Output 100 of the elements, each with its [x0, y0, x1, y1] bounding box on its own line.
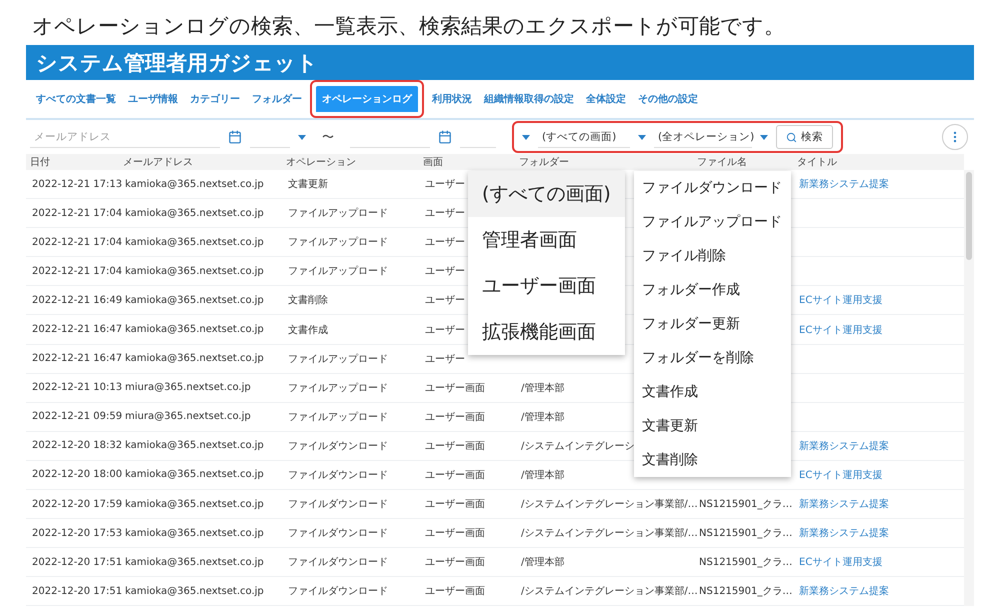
table-cell-text: NS1215901_クラ…	[699, 585, 792, 598]
caret-icon[interactable]	[638, 134, 646, 140]
column-header: タイトル	[797, 156, 837, 169]
screen-select[interactable]: (すべての画面)	[538, 126, 630, 148]
table-cell-text: ユーザー画面	[425, 498, 485, 512]
table-cell: 2022-12-20 17:59	[32, 498, 122, 510]
calendar-icon[interactable]	[228, 130, 242, 144]
table-cell-text: 文書作成	[288, 324, 328, 337]
table-cell-text: ユーザー	[425, 324, 465, 337]
menu-item[interactable]: フォルダー更新	[634, 307, 791, 341]
table-cell-text: /システムインテグレーション事業部/…	[521, 526, 698, 540]
table-cell-text: ファイルダウンロード	[288, 468, 388, 482]
table-cell: kamioka@365.nextset.co.jp	[125, 469, 264, 480]
table-cell: 2022-12-21 17:04	[32, 236, 122, 248]
title-link[interactable]: ECサイト運用支援	[799, 322, 882, 337]
table-cell: 2022-12-21 17:04	[32, 266, 122, 277]
table-cell-text: ユーザー画面	[425, 382, 485, 395]
table-cell: 2022-12-20 17:51	[32, 586, 122, 597]
search-button[interactable]: 検索	[776, 125, 833, 149]
table-cell-text: ユーザー画面	[425, 585, 485, 598]
tab[interactable]: ユーザ情報	[122, 86, 184, 112]
table-cell-text: 文書更新	[288, 178, 328, 192]
table-cell: kamioka@365.nextset.co.jp	[125, 266, 264, 277]
table-cell-text: ファイルアップロード	[288, 236, 388, 250]
table-cell-text: ファイルアップロード	[288, 410, 388, 424]
menu-item[interactable]: 拡張機能画面	[468, 309, 625, 355]
table-cell: 2022-12-21 16:47	[32, 353, 122, 364]
table-cell-text: ユーザー画面	[425, 556, 485, 570]
table-cell-text: ユーザー	[425, 236, 465, 250]
tab[interactable]: カテゴリー	[184, 86, 246, 112]
table-cell: 2022-12-20 18:32	[32, 440, 122, 452]
table-cell-text: /管理本部	[521, 382, 564, 395]
title-link[interactable]: ECサイト運用支援	[799, 293, 882, 308]
table-cell-text: /管理本部	[521, 410, 564, 424]
table-cell: 2022-12-21 16:49	[32, 294, 122, 306]
menu-item[interactable]: ファイルダウンロード	[634, 171, 791, 205]
table-cell-text: ファイルアップロード	[288, 264, 388, 278]
table-cell: miura@365.nextset.co.jp	[125, 382, 251, 394]
table-cell-text: NS1215901_クラ…	[699, 527, 792, 540]
table-cell: kamioka@365.nextset.co.jp	[125, 586, 264, 597]
title-link[interactable]: 新業務システム提案	[799, 177, 889, 192]
table-cell-text: ユーザー	[425, 178, 465, 192]
caret-icon[interactable]	[522, 134, 530, 140]
caret-icon[interactable]	[298, 134, 306, 140]
table-cell-text: /システムインテグレーシ	[521, 440, 634, 453]
page-caption: オペレーションログの検索、一覧表示、検索結果のエクスポートが可能です。	[31, 13, 786, 40]
gadget-title-bar: システム管理者用ガジェット	[26, 45, 974, 80]
range-separator: 〜	[322, 128, 334, 146]
column-header: ファイル名	[697, 156, 747, 169]
table-cell-text: ユーザー画面	[425, 410, 485, 424]
menu-item[interactable]: 文書削除	[634, 443, 791, 477]
column-header: メールアドレス	[123, 156, 193, 169]
table-cell-text: NS1215901_クラ…	[699, 556, 792, 570]
menu-item[interactable]: (すべての画面)	[468, 171, 625, 217]
tab[interactable]: フォルダー	[246, 86, 308, 112]
table-cell-text: ユーザー画面	[425, 527, 485, 540]
title-link[interactable]: ECサイト運用支援	[799, 468, 882, 482]
menu-item[interactable]: フォルダー作成	[634, 273, 791, 307]
menu-item[interactable]: 文書作成	[634, 375, 791, 409]
menu-item[interactable]: ユーザー画面	[468, 263, 625, 309]
title-link[interactable]: 新業務システム提案	[799, 584, 889, 598]
table-cell-text: ユーザー	[425, 207, 465, 220]
email-field[interactable]: メールアドレス	[30, 126, 220, 148]
title-link[interactable]: ECサイト運用支援	[799, 555, 882, 570]
scrollbar[interactable]	[964, 170, 974, 606]
menu-item[interactable]: ファイルアップロード	[634, 205, 791, 239]
table-cell: 2022-12-21 09:59	[32, 411, 122, 422]
table-cell-text: ユーザー画面	[425, 440, 485, 453]
operation-select[interactable]: (全オペレーション)	[654, 126, 752, 148]
table-cell-text: ユーザー	[425, 352, 465, 366]
table-cell: kamioka@365.nextset.co.jp	[125, 440, 264, 452]
tab[interactable]: すべての文書一覧	[30, 86, 122, 112]
title-link[interactable]: 新業務システム提案	[799, 438, 889, 453]
tab[interactable]: その他の設定	[632, 86, 704, 112]
table-cell: 2022-12-20 18:00	[32, 469, 122, 480]
search-icon	[786, 132, 797, 142]
calendar-icon[interactable]	[438, 130, 452, 144]
title-link[interactable]: 新業務システム提案	[799, 497, 889, 512]
table-cell: kamioka@365.nextset.co.jp	[125, 556, 264, 568]
table-cell: kamioka@365.nextset.co.jp	[125, 208, 264, 219]
table-cell: kamioka@365.nextset.co.jp	[125, 498, 264, 510]
table-cell: kamioka@365.nextset.co.jp	[125, 528, 264, 539]
tab[interactable]: 利用状況	[426, 86, 478, 112]
title-link[interactable]: 新業務システム提案	[799, 526, 889, 540]
table-cell-text: ユーザー画面	[425, 468, 485, 482]
table-cell-text: /管理本部	[521, 468, 564, 482]
tab[interactable]: オペレーションログ	[316, 86, 418, 112]
table-cell-text: /システムインテグレーション事業部/…	[521, 584, 698, 598]
tab[interactable]: 全体設定	[580, 86, 632, 112]
table-cell: kamioka@365.nextset.co.jp	[125, 324, 264, 336]
menu-item[interactable]: 管理者画面	[468, 217, 625, 263]
table-cell-text: ファイルアップロード	[288, 206, 388, 220]
menu-item[interactable]: フォルダーを削除	[634, 341, 791, 375]
table-cell-text: ファイルアップロード	[288, 352, 388, 366]
caret-icon[interactable]	[760, 134, 768, 140]
tab[interactable]: 組織情報取得の設定	[478, 86, 580, 112]
menu-item[interactable]: ファイル削除	[634, 239, 791, 273]
table-cell: kamioka@365.nextset.co.jp	[125, 236, 264, 248]
menu-item[interactable]: 文書更新	[634, 409, 791, 443]
table-cell: kamioka@365.nextset.co.jp	[125, 178, 264, 190]
